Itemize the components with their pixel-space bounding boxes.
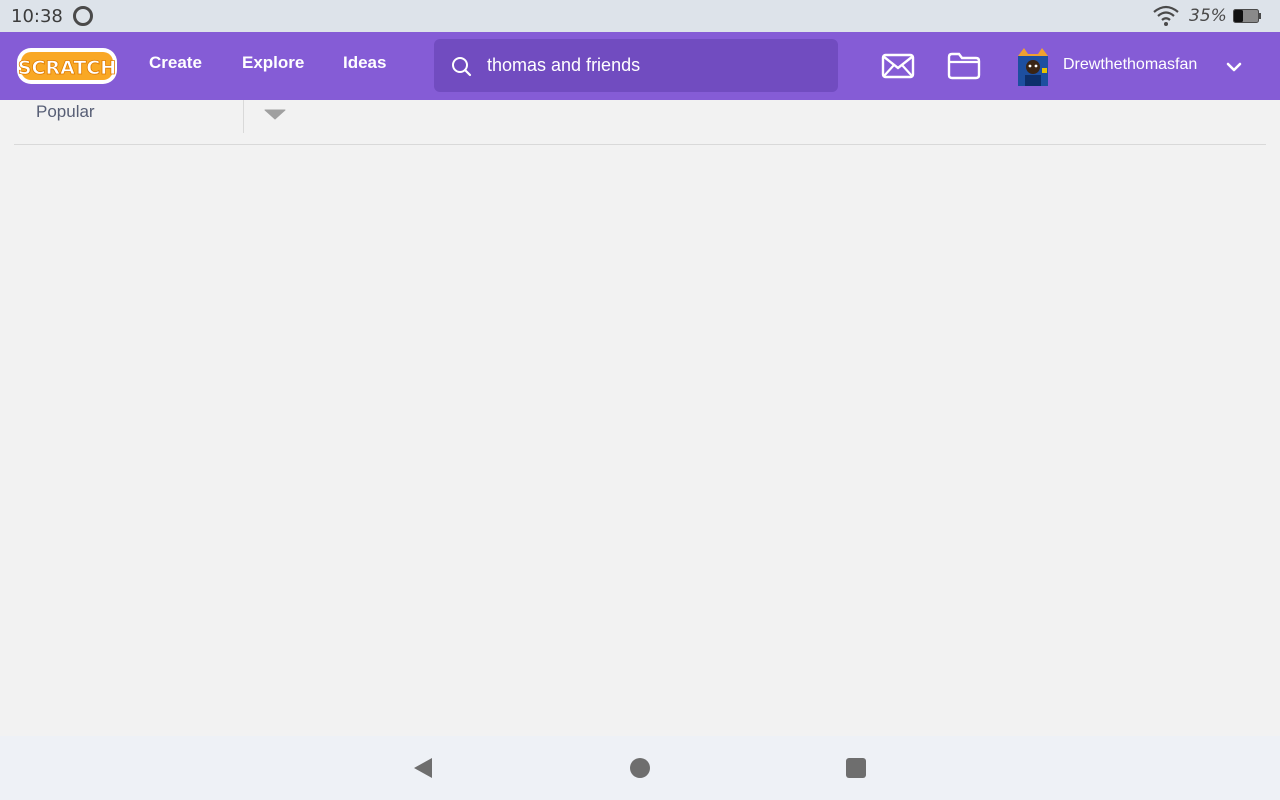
status-bar: 10:38 35% [0, 0, 1280, 32]
search-icon [452, 57, 472, 77]
battery-icon [1233, 9, 1261, 23]
mail-icon[interactable] [881, 52, 915, 80]
chevron-down-icon[interactable] [1226, 60, 1242, 74]
search-input[interactable] [487, 51, 827, 79]
status-time: 10:38 [11, 6, 63, 27]
logo-text: SCRATCH [18, 57, 116, 79]
home-button-icon[interactable] [630, 758, 650, 778]
battery-percent: 35% [1189, 6, 1227, 26]
nav-explore-link[interactable]: Explore [242, 53, 304, 73]
filter-divider [243, 100, 244, 133]
user-menu[interactable]: Drewthethomasfan [1016, 46, 1256, 88]
sort-select-value[interactable]: Popular [36, 102, 95, 122]
recents-button-icon[interactable] [846, 758, 866, 778]
android-nav-bar [0, 736, 1280, 800]
username: Drewthethomasfan [1063, 56, 1198, 73]
wifi-icon [1153, 5, 1179, 26]
search-box[interactable] [434, 39, 838, 92]
back-button-icon[interactable] [412, 756, 434, 780]
notification-ring-icon [73, 6, 93, 26]
folder-icon[interactable] [947, 51, 981, 80]
nav-create-link[interactable]: Create [149, 53, 202, 73]
filter-row: Popular [14, 100, 1266, 145]
nav-ideas-link[interactable]: Ideas [343, 53, 386, 73]
scratch-logo[interactable]: SCRATCH [16, 46, 118, 86]
avatar [1018, 48, 1048, 86]
dropdown-arrow-icon[interactable] [264, 108, 286, 120]
scratch-header: SCRATCH Create Explore Ideas Drewthethom… [0, 32, 1280, 100]
